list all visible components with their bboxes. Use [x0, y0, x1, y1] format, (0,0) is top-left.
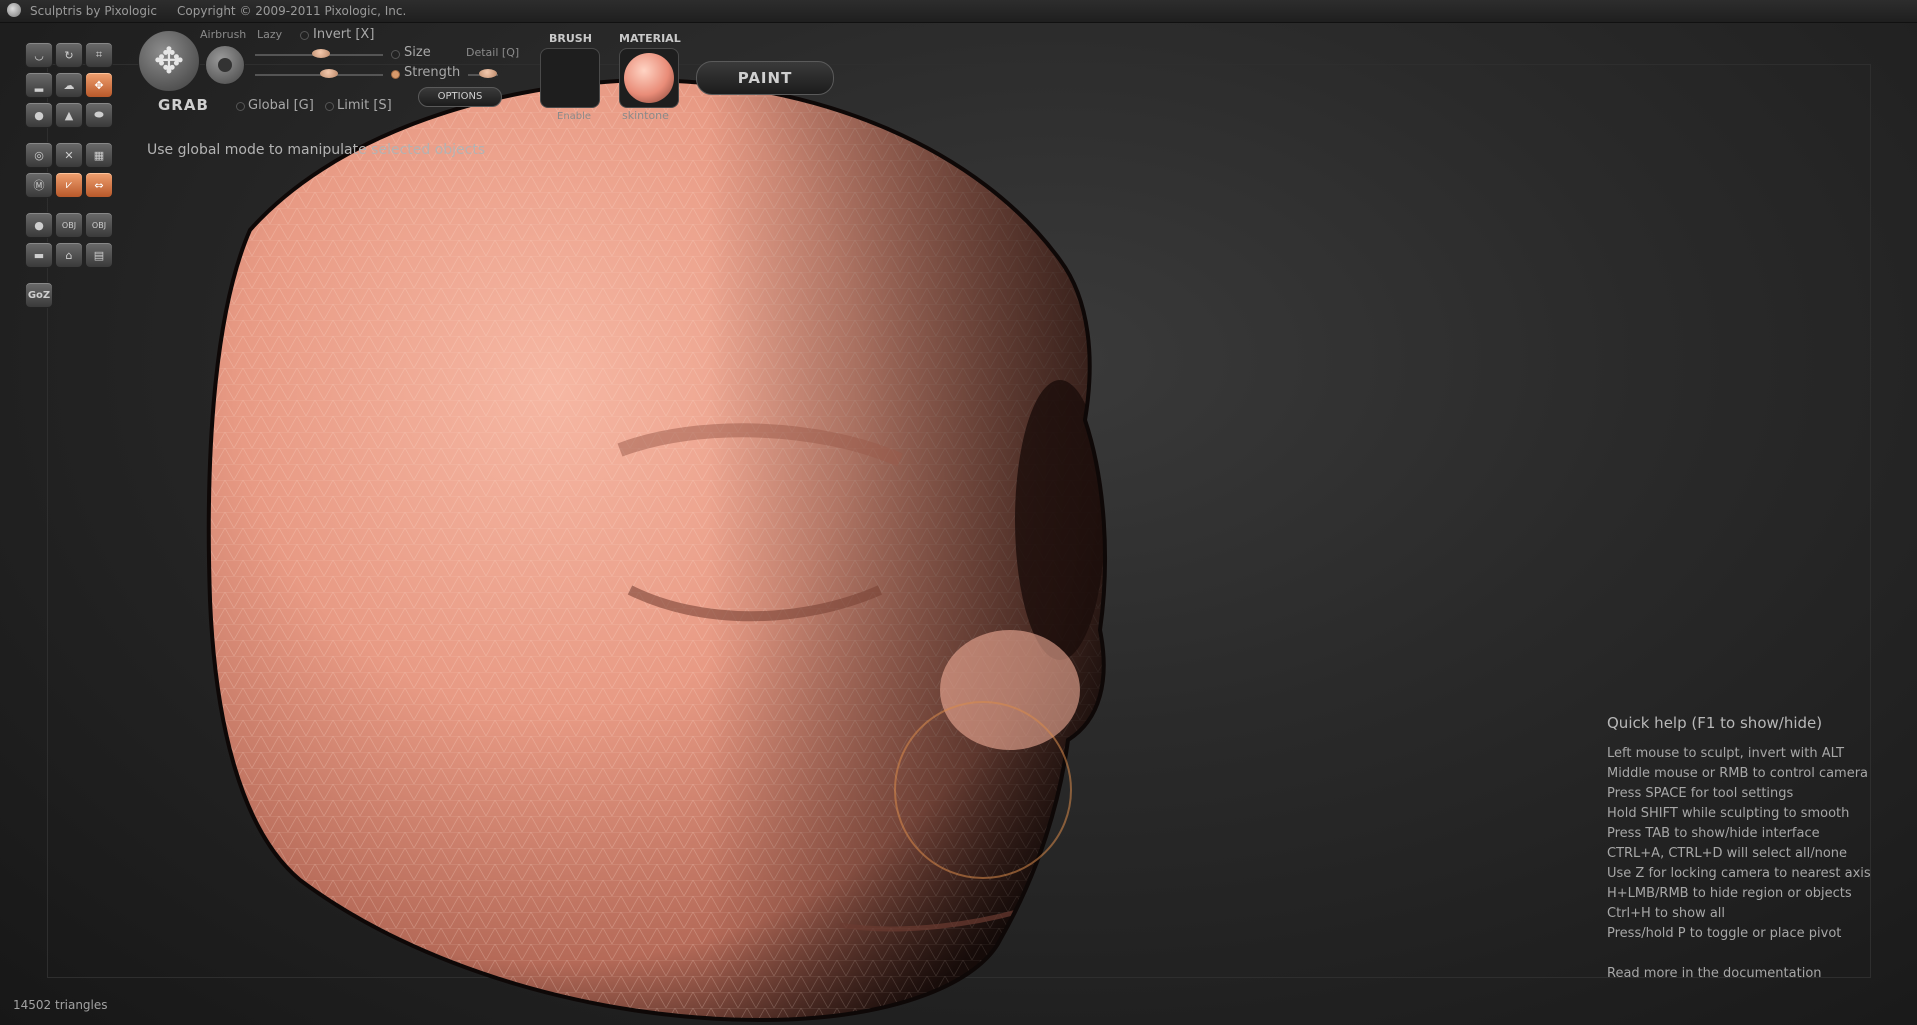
import-obj-button[interactable]: OBJ: [55, 212, 83, 238]
quick-help-line: Hold SHIFT while sculpting to smooth: [1607, 806, 1850, 821]
tool-mirror-button[interactable]: ⇔: [85, 172, 113, 198]
tool-scale-button[interactable]: ⌗: [85, 42, 113, 68]
size-radio[interactable]: [391, 50, 400, 59]
obj-import-label: OBJ: [61, 220, 77, 230]
obj-export-label: OBJ: [91, 220, 107, 230]
tool-save-button[interactable]: ▤: [85, 242, 113, 268]
tool-rotate-button[interactable]: ↻: [55, 42, 83, 68]
tool-symmetry-button[interactable]: ⩗: [55, 172, 83, 198]
mirror-arrows-icon: ⇔: [94, 178, 104, 192]
strength-track[interactable]: [255, 74, 383, 76]
brush-texture-slot[interactable]: [540, 48, 600, 108]
tool-smooth-button[interactable]: ▲: [55, 102, 83, 128]
draw-icon: ▂: [34, 78, 44, 92]
cross-icon: ✕: [64, 148, 74, 162]
material-header: MATERIAL: [619, 32, 681, 45]
limit-label[interactable]: Limit [S]: [337, 98, 392, 113]
tool-crease-button[interactable]: ◡: [25, 42, 53, 68]
tool-wireframe-button[interactable]: ▦: [85, 142, 113, 168]
tool-hint-text: Use global mode to manipulate selected o…: [147, 142, 486, 158]
smooth-icon: ▲: [64, 108, 74, 122]
house-icon: ⌂: [65, 248, 73, 262]
material-sphere-icon: [624, 53, 674, 103]
quick-help-line: Press TAB to show/hide interface: [1607, 826, 1820, 841]
strength-label: Strength: [404, 65, 461, 80]
goz-label: GoZ: [27, 289, 51, 301]
airbrush-label[interactable]: Airbrush: [200, 28, 246, 41]
mask-icon: Ⓜ: [33, 179, 45, 192]
material-name: skintone: [622, 109, 669, 122]
detail-label: Detail [Q]: [466, 46, 520, 59]
tool-pinch-button[interactable]: ●: [25, 102, 53, 128]
tool-inflate-button[interactable]: ☁: [55, 72, 83, 98]
inflate-icon: ☁: [63, 78, 75, 92]
plane-icon: ▬: [33, 248, 45, 262]
symmetry-icon: ⩗: [65, 178, 73, 191]
crop-icon: ⌗: [95, 48, 103, 61]
strength-slider-knob[interactable]: [320, 69, 338, 78]
quick-help-line: Press/hold P to toggle or place pivot: [1607, 926, 1842, 941]
quick-help-title: Quick help (F1 to show/hide): [1607, 714, 1823, 732]
quick-help-line: CTRL+A, CTRL+D will select all/none: [1607, 846, 1848, 861]
current-tool-label: GRAB: [158, 96, 209, 114]
falloff-dial[interactable]: [205, 45, 245, 85]
quick-help-line: Press SPACE for tool settings: [1607, 786, 1794, 801]
pinch-icon: ●: [34, 108, 44, 122]
crease-icon: ◡: [34, 48, 44, 62]
quick-help-line: Middle mouse or RMB to control camera: [1607, 766, 1869, 781]
grab-icon: ✥: [94, 78, 104, 92]
size-slider-knob[interactable]: [312, 49, 330, 58]
paint-button[interactable]: PAINT: [696, 61, 834, 95]
detail-slider-knob[interactable]: [479, 69, 497, 78]
save-icon: ▤: [93, 248, 105, 262]
brush-enable-label[interactable]: Enable: [557, 111, 591, 122]
limit-radio[interactable]: [325, 102, 334, 111]
tool-open-button[interactable]: ⌂: [55, 242, 83, 268]
tool-flatten-button[interactable]: ⬬: [85, 102, 113, 128]
sphere-icon: ●: [34, 218, 44, 232]
options-button[interactable]: OPTIONS: [418, 87, 502, 107]
triangle-count: 14502 triangles: [13, 998, 108, 1012]
strength-radio[interactable]: [391, 70, 400, 79]
global-radio[interactable]: [236, 102, 245, 111]
brush-header: BRUSH: [549, 32, 592, 45]
export-obj-button[interactable]: OBJ: [85, 212, 113, 238]
invert-label[interactable]: Invert [X]: [313, 27, 374, 42]
quick-help-panel: Quick help (F1 to show/hide) Left mouse …: [1607, 714, 1871, 984]
invert-radio[interactable]: [300, 31, 309, 40]
tool-reduce-selected-button[interactable]: ✕: [55, 142, 83, 168]
grab-tool-icon[interactable]: ✥: [138, 30, 200, 92]
tool-new-sphere-button[interactable]: ●: [25, 212, 53, 238]
tool-reduce-brush-button[interactable]: ◎: [25, 142, 53, 168]
rotate-icon: ↻: [64, 48, 74, 62]
tool-draw-button[interactable]: ▂: [25, 72, 53, 98]
grid-icon: ▦: [93, 148, 105, 162]
quick-help-line: Ctrl+H to show all: [1607, 906, 1726, 921]
goz-button[interactable]: GoZ: [25, 282, 53, 308]
reduce-icon: ◎: [34, 148, 44, 162]
documentation-link[interactable]: Read more in the documentation: [1607, 964, 1871, 984]
tool-mask-button[interactable]: Ⓜ: [25, 172, 53, 198]
size-label: Size: [404, 45, 431, 60]
tool-new-plane-button[interactable]: ▬: [25, 242, 53, 268]
tool-grab-button[interactable]: ✥: [85, 72, 113, 98]
material-slot[interactable]: [619, 48, 679, 108]
quick-help-line: Use Z for locking camera to nearest axis: [1607, 866, 1871, 881]
quick-help-line: H+LMB/RMB to hide region or objects: [1607, 886, 1852, 901]
lazy-label[interactable]: Lazy: [257, 28, 282, 41]
move-arrows-icon: ✥: [153, 40, 185, 82]
global-label[interactable]: Global [G]: [248, 98, 314, 113]
quick-help-line: Left mouse to sculpt, invert with ALT: [1607, 746, 1845, 761]
flatten-icon: ⬬: [94, 108, 104, 121]
